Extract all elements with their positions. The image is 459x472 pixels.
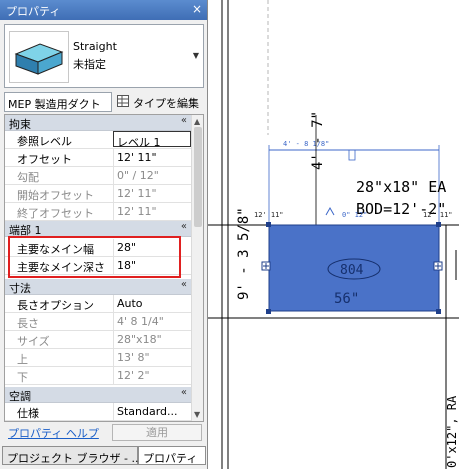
dim-left-vertical-text: 9' - 3 5/8" [236, 207, 252, 300]
property-value[interactable]: レベル 1 [113, 131, 191, 149]
property-value: 28"x18" [113, 331, 191, 348]
property-value: 12' 2" [113, 367, 191, 384]
palette-title-bar[interactable]: プロパティ × [0, 0, 207, 20]
property-row-end-offset: 終了オフセット 12' 11" [5, 203, 191, 221]
property-value-text: 0" / 12" [117, 169, 159, 182]
section-label: 拘束 [9, 118, 31, 131]
property-row-top: 上 13' 8" [5, 349, 191, 367]
property-value: 4' 8 1/4" [113, 313, 191, 330]
property-value-text: 4' 8 1/4" [117, 315, 164, 328]
property-value-text: レベル 1 [117, 136, 161, 149]
property-value[interactable]: Standard... [113, 403, 191, 420]
property-name: 開始オフセット [17, 189, 94, 202]
property-value: 12' 11" [113, 185, 191, 202]
property-row-slope: 勾配 0" / 12" [5, 167, 191, 185]
property-value-text: 12' 2" [117, 369, 150, 382]
property-value-text: 13' 8" [117, 351, 150, 364]
elev-mid-text: 0" 12" [342, 211, 367, 219]
drawing-canvas[interactable]: 4' - 8 1/8" 4' - 7" 28"x18" EA BOD=12'-2… [208, 0, 459, 469]
property-value-text: Standard... [117, 405, 178, 418]
duct-tag-text: 804 [340, 263, 364, 278]
property-row-length: 長さ 4' 8 1/4" [5, 313, 191, 331]
section-constraints[interactable]: 拘束 « [5, 115, 191, 131]
property-value[interactable]: 12' 11" [113, 149, 191, 166]
drawing-svg: 4' - 8 1/8" 4' - 7" 28"x18" EA BOD=12'-2… [208, 0, 459, 469]
flow-arrow-icon [325, 206, 335, 216]
highlight-box [8, 236, 181, 278]
property-row-size: サイズ 28"x18" [5, 331, 191, 349]
dim-vertical-top-text: 4' - 7" [310, 111, 326, 170]
property-name: オフセット [17, 153, 72, 166]
tab-label: プロジェクト ブラウザ - ... [7, 452, 142, 465]
edit-type-icon [117, 95, 129, 107]
property-value: 13' 8" [113, 349, 191, 366]
duct-thumbnail-icon [9, 31, 69, 83]
property-value-text: 12' 11" [117, 205, 157, 218]
property-name: 終了オフセット [17, 207, 94, 220]
dim-grip-icon [348, 149, 356, 161]
type-subname: 未指定 [73, 58, 106, 71]
property-name: 長さオプション [17, 299, 94, 312]
properties-help-link[interactable]: プロパティ ヘルプ [8, 425, 99, 441]
property-name: 上 [17, 353, 28, 366]
tab-label: プロパティ [143, 452, 198, 465]
property-name: サイズ [17, 335, 50, 348]
type-selector[interactable]: Straight 未指定 ▼ [4, 24, 204, 88]
property-name: 長さ [17, 317, 39, 330]
family-select-value: MEP 製造用ダクト [8, 98, 101, 111]
property-name: 勾配 [17, 171, 39, 184]
section-dimensions[interactable]: 寸法 « [5, 279, 191, 295]
property-row-reference-level[interactable]: 参照レベル レベル 1 [5, 131, 191, 149]
collapse-icon[interactable]: « [181, 221, 187, 232]
palette-tabs: プロジェクト ブラウザ - ... プロパティ [0, 446, 207, 469]
elev-right-text: 12' 11" [423, 211, 453, 219]
section-label: 寸法 [9, 282, 31, 295]
collapse-icon[interactable]: « [181, 279, 187, 290]
family-select[interactable]: MEP 製造用ダクト [4, 92, 112, 112]
tag-size-text: 28"x18" EA [356, 178, 446, 196]
palette-title: プロパティ [6, 5, 61, 18]
collapse-icon[interactable]: « [181, 115, 187, 126]
scroll-thumb[interactable] [194, 127, 202, 227]
chevron-down-icon[interactable]: ▼ [193, 51, 199, 60]
collapse-icon[interactable]: « [181, 387, 187, 398]
property-scrollbar[interactable]: ▲ ▼ [191, 115, 203, 421]
properties-palette: プロパティ × Straight 未指定 ▼ MEP 製造用ダクト タイプを編集 [0, 0, 208, 469]
property-value[interactable]: Auto [113, 295, 191, 312]
right-bottom-text: 0'x12", RA [445, 395, 459, 468]
edit-type-button[interactable]: タイプを編集 [116, 92, 204, 112]
scroll-down-icon[interactable]: ▼ [194, 410, 200, 419]
property-value: 12' 11" [113, 203, 191, 220]
type-name: Straight [73, 40, 117, 53]
apply-button[interactable]: 適用 [112, 424, 202, 441]
section-label: 空調 [9, 390, 31, 403]
tab-properties[interactable]: プロパティ [138, 446, 206, 465]
property-value-text: 12' 11" [117, 151, 157, 164]
property-name: 参照レベル [17, 135, 72, 148]
duct-depth-text: 56" [334, 291, 359, 307]
elev-left-text: 12' 11" [254, 211, 284, 219]
property-row-length-option[interactable]: 長さオプション Auto [5, 295, 191, 313]
property-row-offset[interactable]: オフセット 12' 11" [5, 149, 191, 167]
property-name: 下 [17, 371, 28, 384]
close-icon[interactable]: × [192, 2, 202, 16]
property-value: 0" / 12" [113, 167, 191, 184]
property-value-text: 28"x18" [117, 333, 162, 346]
apply-label: 適用 [146, 426, 168, 439]
property-value-text: 12' 11" [117, 187, 157, 200]
section-end-1[interactable]: 端部 1 « [5, 221, 191, 237]
section-hvac[interactable]: 空調 « [5, 387, 191, 403]
edit-type-label: タイプを編集 [133, 97, 199, 110]
property-name: 仕様 [17, 407, 39, 420]
scroll-up-icon[interactable]: ▲ [194, 117, 200, 126]
property-row-specification[interactable]: 仕様 Standard... [5, 403, 191, 421]
property-value-text: Auto [117, 297, 143, 310]
property-row-bottom: 下 12' 2" [5, 367, 191, 385]
tab-project-browser[interactable]: プロジェクト ブラウザ - ... [2, 446, 142, 465]
family-row: MEP 製造用ダクト タイプを編集 [4, 92, 204, 112]
property-row-start-offset: 開始オフセット 12' 11" [5, 185, 191, 203]
